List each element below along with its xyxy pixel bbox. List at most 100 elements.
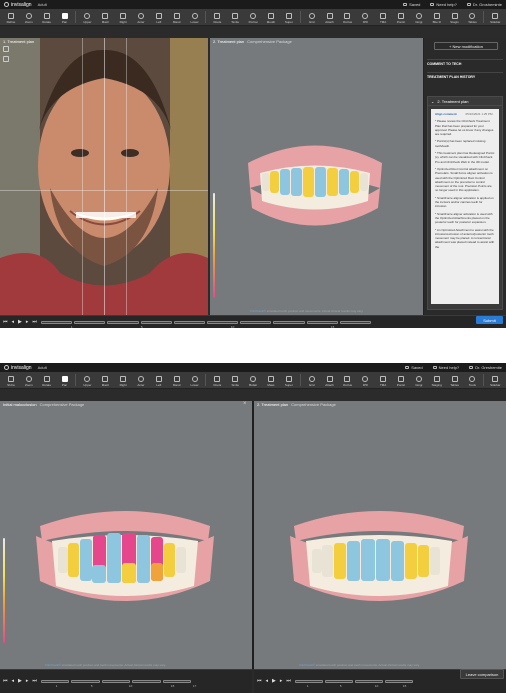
- toolbar-lower-button[interactable]: Lower: [186, 13, 204, 24]
- photo-view-icon[interactable]: [3, 46, 9, 52]
- toolbar-gingiva-button[interactable]: Gingi: [410, 376, 428, 387]
- help-link[interactable]: Need help?: [432, 365, 459, 370]
- toolbar-upper-button[interactable]: Upper: [78, 13, 96, 24]
- toolbar-ipr-button[interactable]: IPR: [356, 376, 374, 387]
- arch-select[interactable]: Adult: [38, 2, 47, 7]
- toolbar-zoom-button[interactable]: Zoom: [20, 13, 38, 24]
- step-forward-icon[interactable]: ▸: [26, 319, 29, 325]
- toolbar-anterior-button[interactable]: Anter: [132, 13, 150, 24]
- user-menu[interactable]: Dr. Grosheminte: [466, 2, 502, 7]
- stage-segment[interactable]: [74, 320, 106, 324]
- stage-segment[interactable]: [40, 320, 73, 324]
- skip-forward-icon[interactable]: ⏭: [32, 319, 37, 325]
- toolbar-tools-button[interactable]: Tools: [463, 376, 481, 387]
- toolbar-pan-button[interactable]: Pan: [56, 13, 74, 24]
- toolbar-gingiva-button[interactable]: Gingi: [410, 13, 428, 24]
- phone-view-icon[interactable]: [3, 56, 9, 62]
- stage-track[interactable]: 1 5 10 15: [294, 679, 415, 688]
- toolbar-roots-button[interactable]: Roots: [208, 13, 226, 24]
- toolbar-occlusal-button[interactable]: Occlus: [338, 13, 356, 24]
- stage-segment[interactable]: [354, 680, 383, 683]
- toolbar-rotate-button[interactable]: Rotate: [38, 13, 56, 24]
- teeth-3d-model-final[interactable]: [284, 491, 474, 606]
- stage-segment[interactable]: [306, 320, 338, 324]
- comment-to-tech-section[interactable]: COMMENT TO TECH: [427, 59, 503, 68]
- toolbar-pontic-button[interactable]: Pontic: [392, 376, 410, 387]
- stage-segment[interactable]: [206, 320, 239, 324]
- step-back-icon[interactable]: ◂: [266, 679, 269, 684]
- step-forward-icon[interactable]: ▸: [280, 679, 283, 684]
- help-link[interactable]: Need help?: [430, 2, 457, 7]
- stage-segment[interactable]: [324, 680, 353, 683]
- toolbar-staging-button[interactable]: Stagin: [446, 13, 464, 24]
- toolbar-mouth-button[interactable]: Mouth: [262, 13, 280, 24]
- toolbar-super-button[interactable]: Super: [280, 376, 298, 387]
- stage-segment[interactable]: [101, 680, 131, 683]
- treatment-plan-history-section[interactable]: TREATMENT PLAN HISTORY: [427, 72, 503, 81]
- toolbar-tables-button[interactable]: Tables: [446, 376, 464, 387]
- stage-segment[interactable]: [132, 680, 161, 683]
- play-icon[interactable]: ▶: [18, 679, 22, 684]
- skip-back-icon[interactable]: ⏮: [3, 319, 8, 325]
- toolbar-refine-button[interactable]: ShCa: [2, 376, 20, 387]
- step-back-icon[interactable]: ◂: [12, 319, 15, 325]
- toolbar-button-button[interactable]: Buttar: [244, 376, 262, 387]
- stage-track[interactable]: 1 5 10 15 17: [40, 679, 249, 688]
- stage-segment[interactable]: [173, 320, 205, 324]
- toolbar-refine-button[interactable]: Refine: [2, 13, 20, 24]
- stage-segment[interactable]: [339, 320, 371, 324]
- stage-segment[interactable]: [71, 680, 100, 683]
- teeth-3d-model-initial[interactable]: [30, 491, 220, 606]
- stage-segment[interactable]: [40, 680, 70, 683]
- toolbar-right-button[interactable]: Right: [114, 376, 132, 387]
- new-modification-button[interactable]: + New modification: [434, 42, 498, 50]
- toolbar-bite-ramp-button[interactable]: Bite R: [428, 13, 446, 24]
- stage-segment[interactable]: [240, 320, 272, 324]
- step-forward-icon[interactable]: ▸: [26, 679, 29, 684]
- toolbar-portrait-button[interactable]: Portrai: [244, 13, 262, 24]
- toolbar-grid-button[interactable]: Grid: [303, 376, 321, 387]
- toolbar-attach-button[interactable]: Attach: [321, 376, 339, 387]
- play-icon[interactable]: ▶: [272, 679, 276, 684]
- toolbar-grid-button[interactable]: Grid: [303, 13, 321, 24]
- skip-forward-icon[interactable]: ⏭: [32, 679, 37, 684]
- toolbar-tables-button[interactable]: Tables: [463, 13, 481, 24]
- skip-back-icon[interactable]: ⏮: [3, 679, 8, 684]
- toolbar-attach-button[interactable]: Attach: [321, 13, 339, 24]
- toolbar-smile-button[interactable]: Smile: [226, 13, 244, 24]
- skip-back-icon[interactable]: ⏮: [257, 679, 262, 684]
- arch-select[interactable]: Adult: [38, 365, 47, 370]
- toolbar-maxil-button[interactable]: Maxil: [96, 13, 114, 24]
- toolbar-zoom-button[interactable]: Zoom: [20, 376, 38, 387]
- stage-segment[interactable]: [273, 320, 305, 324]
- stage-track[interactable]: 1 5 10 15: [40, 320, 420, 328]
- stage-segment[interactable]: [294, 680, 323, 683]
- toolbar-left-button[interactable]: Left: [150, 13, 168, 24]
- toolbar-tma-button[interactable]: TMA: [374, 13, 392, 24]
- toolbar-pan-button[interactable]: Pan: [56, 376, 74, 387]
- toolbar-mass-button[interactable]: Mass: [262, 376, 280, 387]
- toolbar-sidebar-button[interactable]: Sidebar: [486, 376, 504, 387]
- skip-forward-icon[interactable]: ⏭: [286, 679, 291, 684]
- toolbar-right-button[interactable]: Right: [114, 13, 132, 24]
- toolbar-maxil-button[interactable]: Maxil: [96, 376, 114, 387]
- toolbar-super-button[interactable]: Super: [280, 13, 298, 24]
- stage-segment[interactable]: [384, 680, 413, 683]
- stage-segment[interactable]: [162, 680, 191, 683]
- leave-comparison-button[interactable]: Leave comparison: [460, 669, 504, 679]
- toolbar-smile-button[interactable]: Smile: [226, 376, 244, 387]
- play-icon[interactable]: ▶: [18, 319, 22, 325]
- toolbar-tma-button[interactable]: TMA: [374, 376, 392, 387]
- toolbar-staging-button[interactable]: Staging: [428, 376, 446, 387]
- user-menu[interactable]: Dr. Greshemite: [469, 365, 502, 370]
- toolbar-upper-button[interactable]: Upper: [78, 376, 96, 387]
- stage-segment[interactable]: [140, 320, 172, 324]
- toolbar-roots-button[interactable]: Roots: [208, 376, 226, 387]
- toolbar-rotate-button[interactable]: Rotate: [38, 376, 56, 387]
- toolbar-lower-button[interactable]: Lower: [186, 376, 204, 387]
- toolbar-sidebar-button[interactable]: Sidebar: [486, 13, 504, 24]
- step-back-icon[interactable]: ◂: [12, 679, 15, 684]
- toolbar-left-button[interactable]: Left: [150, 376, 168, 387]
- close-icon[interactable]: ×: [243, 401, 247, 407]
- toolbar-mand-button[interactable]: Mand: [168, 376, 186, 387]
